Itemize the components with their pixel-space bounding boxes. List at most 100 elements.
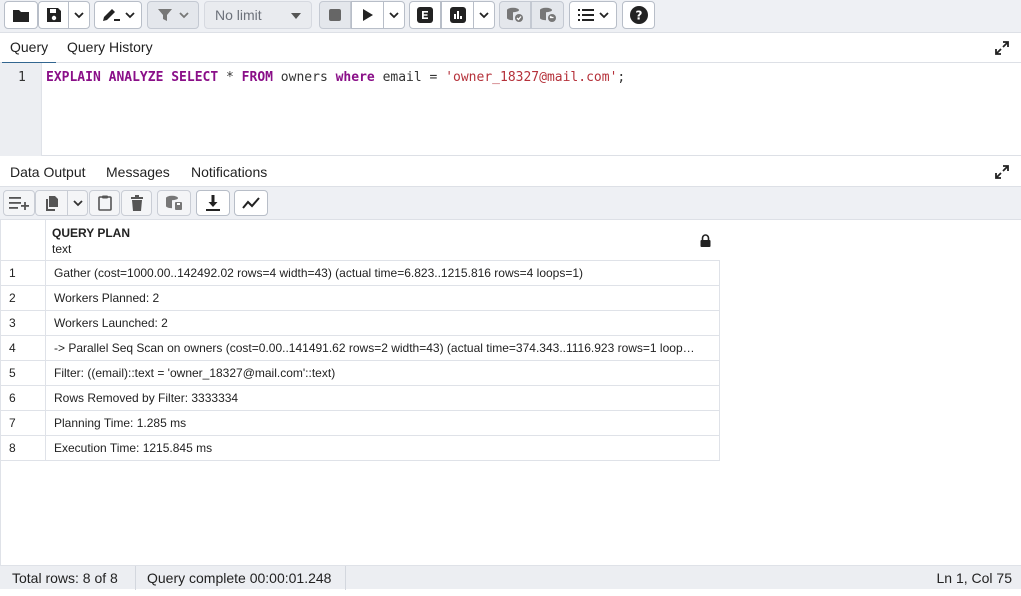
execute-dropdown[interactable] (383, 1, 405, 29)
chevron-down-icon (479, 12, 489, 19)
expand-icon[interactable] (995, 41, 1009, 55)
cursor-position-status: Ln 1, Col 75 (936, 570, 1013, 586)
delete-row-button[interactable] (121, 190, 152, 216)
play-icon (362, 9, 373, 21)
macros-icon (577, 9, 594, 21)
row-number[interactable]: 1 (1, 261, 46, 285)
tab-notifications[interactable]: Notifications (191, 164, 267, 180)
explain-analyze-button[interactable] (441, 1, 474, 29)
chevron-down-icon (125, 12, 135, 19)
sql-keyword: EXPLAIN ANALYZE SELECT (46, 70, 219, 85)
table-row[interactable]: 1 Gather (cost=1000.00..142492.02 rows=4 … (1, 261, 720, 286)
rollback-button[interactable] (531, 1, 564, 29)
chevron-down-icon (598, 12, 609, 19)
row-number[interactable]: 7 (1, 411, 46, 435)
filter-button[interactable] (147, 1, 199, 29)
total-rows-status: Total rows: 8 of 8 (12, 570, 118, 586)
table-row[interactable]: 8 Execution Time: 1215.845 ms (1, 436, 720, 461)
save-data-button[interactable] (157, 190, 191, 216)
query-toolbar: No limit ? (0, 0, 1021, 33)
status-divider (345, 566, 346, 590)
column-type: text (52, 242, 72, 256)
table-row[interactable]: 6 Rows Removed by Filter: 3333334 (1, 386, 720, 411)
row-limit-select[interactable]: No limit (204, 1, 312, 29)
save-icon (46, 8, 61, 22)
help-button[interactable]: ? (622, 1, 655, 29)
status-bar: Total rows: 8 of 8 Query complete 00:00:… (0, 565, 1021, 590)
query-plan-cell[interactable]: Execution Time: 1215.845 ms (54, 436, 714, 460)
open-file-button[interactable] (4, 1, 38, 29)
explain-dropdown[interactable] (473, 1, 495, 29)
sql-code-line[interactable]: EXPLAIN ANALYZE SELECT * FROM owners whe… (46, 70, 625, 85)
execute-button[interactable] (351, 1, 384, 29)
macros-button[interactable] (569, 1, 617, 29)
table-row[interactable]: 5 Filter: ((email)::text = 'owner_18327@m… (1, 361, 720, 386)
line-number: 1 (18, 70, 26, 85)
line-number-gutter: 1 (0, 63, 42, 156)
row-number[interactable]: 2 (1, 286, 46, 310)
lock-icon (700, 234, 711, 247)
edit-menu-button[interactable] (94, 1, 142, 29)
explain-icon (417, 7, 433, 23)
download-icon (206, 195, 220, 211)
table-row[interactable]: 7 Planning Time: 1.285 ms (1, 411, 720, 436)
explain-analyze-icon (449, 7, 466, 23)
stop-icon (329, 9, 341, 21)
query-plan-cell[interactable]: Planning Time: 1.285 ms (54, 411, 714, 435)
add-row-button[interactable] (3, 190, 35, 216)
tab-query-history[interactable]: Query History (67, 39, 153, 55)
query-plan-cell[interactable]: -> Parallel Seq Scan on owners (cost=0.0… (54, 336, 714, 360)
delete-icon (130, 195, 143, 211)
copy-icon (45, 196, 58, 211)
folder-icon (13, 10, 29, 22)
commit-icon (507, 7, 523, 22)
data-output-toolbar (0, 187, 1021, 220)
query-plan-cell[interactable]: Workers Launched: 2 (54, 311, 714, 335)
stop-button[interactable] (319, 1, 351, 29)
copy-button[interactable] (35, 190, 68, 216)
add-row-icon (9, 197, 29, 210)
table-row[interactable]: 3 Workers Launched: 2 (1, 311, 720, 336)
row-limit-value: No limit (215, 7, 262, 23)
sql-editor[interactable]: 1 EXPLAIN ANALYZE SELECT * FROM owners w… (0, 63, 1021, 156)
row-number[interactable]: 4 (1, 336, 46, 360)
sql-string: 'owner_18327@mail.com' (445, 70, 618, 85)
paste-icon (97, 195, 112, 211)
row-number[interactable]: 6 (1, 386, 46, 410)
filter-icon (158, 9, 172, 21)
copy-dropdown[interactable] (67, 190, 88, 216)
table-row[interactable]: 4 -> Parallel Seq Scan on owners (cost=0.… (1, 336, 720, 361)
explain-button[interactable] (409, 1, 441, 29)
query-complete-status: Query complete 00:00:01.248 (147, 570, 332, 586)
chevron-down-icon (389, 12, 399, 19)
table-row[interactable]: 2 Workers Planned: 2 (1, 286, 720, 311)
paste-button[interactable] (89, 190, 120, 216)
graph-icon (242, 197, 260, 209)
graph-visualiser-button[interactable] (234, 190, 268, 216)
help-icon: ? (629, 6, 648, 24)
query-plan-cell[interactable]: Filter: ((email)::text = 'owner_18327@ma… (54, 361, 714, 385)
output-tab-bar: Data Output Messages Notifications (0, 158, 1021, 189)
row-number[interactable]: 3 (1, 311, 46, 335)
result-grid: QUERY PLAN text 1 Gather (cost=1000.00..1… (0, 220, 1021, 565)
row-number[interactable]: 8 (1, 436, 46, 460)
save-file-button[interactable] (38, 1, 69, 29)
chevron-down-icon (72, 200, 83, 207)
tab-query[interactable]: Query (1, 39, 57, 64)
tab-messages[interactable]: Messages (106, 164, 170, 180)
status-divider (135, 566, 136, 590)
download-button[interactable] (196, 190, 230, 216)
sql-token: ; (617, 70, 626, 85)
row-number[interactable]: 5 (1, 361, 46, 385)
sql-token: email = (374, 70, 446, 85)
save-file-dropdown[interactable] (68, 1, 90, 29)
chevron-down-icon (74, 12, 84, 19)
column-name[interactable]: QUERY PLAN (52, 226, 130, 240)
expand-icon[interactable] (995, 165, 1009, 179)
query-plan-cell[interactable]: Rows Removed by Filter: 3333334 (54, 386, 714, 410)
grid-corner-cell[interactable] (1, 220, 46, 260)
commit-button[interactable] (499, 1, 531, 29)
query-plan-cell[interactable]: Workers Planned: 2 (54, 286, 714, 310)
tab-data-output[interactable]: Data Output (2, 164, 93, 189)
query-plan-cell[interactable]: Gather (cost=1000.00..142492.02 rows=4 w… (54, 261, 714, 285)
